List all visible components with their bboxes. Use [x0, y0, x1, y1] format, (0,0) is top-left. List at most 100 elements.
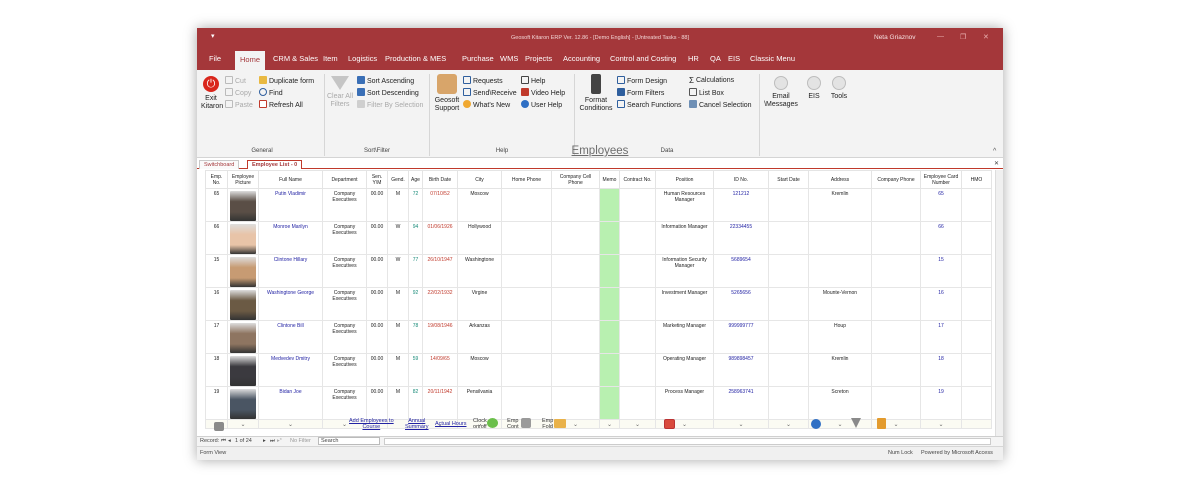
cell-sen-y-m[interactable]: 00.00	[366, 254, 388, 288]
table-row[interactable]: 16 Washingtone George Company Executives 00…	[205, 287, 992, 321]
copy-button[interactable]: Copy	[225, 88, 251, 98]
cell-address[interactable]	[808, 254, 872, 288]
column-header-department[interactable]: Department	[322, 170, 367, 189]
menu-tab-item[interactable]: Item	[323, 54, 338, 63]
cell-city[interactable]: Arkanzas	[457, 320, 502, 354]
cell-contract-no-[interactable]	[619, 221, 656, 255]
cell-home-phone[interactable]	[501, 188, 552, 222]
list-box-button[interactable]: List Box	[689, 88, 724, 98]
cell-employee-card-number[interactable]: 16	[920, 287, 962, 321]
cell-age[interactable]: 92	[408, 287, 423, 321]
column-header-emp-no-[interactable]: Emp. No.	[205, 170, 228, 189]
eis-button[interactable]: EIS	[805, 76, 823, 101]
cell-start-date[interactable]	[768, 188, 809, 222]
employee-photo-cell[interactable]	[227, 353, 259, 387]
add-employees-to-course-link[interactable]: Add Employees to Course	[349, 418, 394, 430]
column-header-age[interactable]: Age	[408, 170, 423, 189]
add-user-icon[interactable]	[811, 419, 821, 429]
cell-id-no-[interactable]: 121212	[713, 188, 769, 222]
cell-hmo[interactable]	[961, 287, 992, 321]
cell-hmo[interactable]	[961, 320, 992, 354]
table-row[interactable]: 15 Clintone Hillary Company Executives 00.0…	[205, 254, 992, 288]
cell-department[interactable]: Company Executives	[322, 188, 367, 222]
no-filter-button[interactable]: No Filter	[290, 438, 311, 444]
first-record-icon[interactable]: ⏮	[221, 438, 226, 445]
cell-hmo[interactable]	[961, 353, 992, 387]
cell-company-cell-phone[interactable]	[551, 287, 600, 321]
cell-start-date[interactable]	[768, 287, 809, 321]
search-input[interactable]: Search	[318, 437, 380, 445]
annual-summary-link[interactable]: Annual Summary	[405, 418, 429, 430]
cell-department[interactable]: Company Executives	[322, 254, 367, 288]
cell-emp-no-[interactable]: 15	[205, 254, 228, 288]
menu-tab-classic-menu[interactable]: Classic Menu	[750, 54, 795, 63]
cell-memo[interactable]	[599, 221, 620, 255]
find-button[interactable]: Find	[259, 88, 283, 98]
cell-city[interactable]: Virgine	[457, 287, 502, 321]
cell-start-date[interactable]	[768, 254, 809, 288]
cell-company-phone[interactable]	[871, 287, 921, 321]
cell-emp-no-[interactable]: 66	[205, 221, 228, 255]
cell-company-cell-phone[interactable]	[551, 353, 600, 387]
cell-company-phone[interactable]	[871, 254, 921, 288]
cell-address[interactable]: Houp	[808, 320, 872, 354]
cell-sen-y-m[interactable]: 00.00	[366, 287, 388, 321]
cell-age[interactable]: 59	[408, 353, 423, 387]
cell-contract-no-[interactable]	[619, 320, 656, 354]
tools-button[interactable]: Tools	[829, 76, 849, 101]
cell-birth-date[interactable]: 14/09/65	[422, 353, 458, 387]
menu-tab-projects[interactable]: Projects	[525, 54, 552, 63]
cell-age[interactable]: 72	[408, 188, 423, 222]
contract-icon[interactable]	[521, 418, 531, 428]
clock-icon[interactable]	[487, 418, 498, 428]
form-filters-button[interactable]: Form Filters	[617, 88, 664, 98]
cell-id-no-[interactable]: 999999777	[713, 320, 769, 354]
cell-employee-card-number[interactable]: 18	[920, 353, 962, 387]
cell-age[interactable]: 94	[408, 221, 423, 255]
cell-city[interactable]: Hollywood	[457, 221, 502, 255]
clear-all-filters-button[interactable]: Clear All Filters	[327, 76, 353, 109]
column-header-hmo[interactable]: HMO	[961, 170, 992, 189]
actual-hours-link[interactable]: Actual Hours	[435, 421, 467, 427]
cell-position[interactable]: Operating Manager	[655, 353, 714, 387]
refresh-all-button[interactable]: Refresh All	[259, 100, 303, 110]
cell-full-name[interactable]: Washingtone George	[258, 287, 323, 321]
user-help-button[interactable]: User Help	[521, 100, 562, 110]
column-header-gend-[interactable]: Gend.	[387, 170, 409, 189]
last-record-icon[interactable]: ⏭	[270, 438, 275, 445]
cell-full-name[interactable]: Medvedev Dmitry	[258, 353, 323, 387]
cell-home-phone[interactable]	[501, 221, 552, 255]
cell-company-phone[interactable]	[871, 221, 921, 255]
cell-start-date[interactable]	[768, 353, 809, 387]
exit-button[interactable]: ⏻ Exit Kitaron	[201, 76, 223, 111]
cell-gend-[interactable]: W	[387, 221, 409, 255]
new-record-icon[interactable]: ▸*	[277, 438, 282, 444]
cell-sen-y-m[interactable]: 00.00	[366, 188, 388, 222]
filter-by-selection-button[interactable]: Filter By Selection	[357, 100, 423, 110]
menu-tab-wms[interactable]: WMS	[500, 54, 518, 63]
horizontal-scrollbar[interactable]	[384, 438, 991, 445]
column-header-company-cell-phone[interactable]: Company Cell Phone	[551, 170, 600, 189]
tab-employee-list[interactable]: Employee List - 0	[247, 160, 303, 169]
employee-photo-cell[interactable]	[227, 188, 259, 222]
cell-birth-date[interactable]: 01/06/1926	[422, 221, 458, 255]
column-header-contract-no-[interactable]: Contract No.	[619, 170, 656, 189]
cell-birth-date[interactable]: 26/10/1947	[422, 254, 458, 288]
cell-age[interactable]: 78	[408, 320, 423, 354]
cell-birth-date[interactable]: 22/02/1932	[422, 287, 458, 321]
cell-position[interactable]: Information Manager	[655, 221, 714, 255]
cell-hmo[interactable]	[961, 254, 992, 288]
cell-sen-y-m[interactable]: 00.00	[366, 320, 388, 354]
column-header-address[interactable]: Address	[808, 170, 872, 189]
menu-tab-eis[interactable]: EIS	[728, 54, 740, 63]
next-record-icon[interactable]: ▸	[263, 438, 266, 444]
format-conditions-button[interactable]: Format Conditions	[577, 74, 615, 113]
sort-ascending-button[interactable]: Sort Ascending	[357, 76, 414, 86]
cell-id-no-[interactable]: 22334455	[713, 221, 769, 255]
menu-tab-file[interactable]: File	[209, 54, 221, 63]
sort-descending-button[interactable]: Sort Descending	[357, 88, 419, 98]
cell-position[interactable]: Human Resources Manager	[655, 188, 714, 222]
cell-full-name[interactable]: Clintone Hillary	[258, 254, 323, 288]
cell-sen-y-m[interactable]: 00.00	[366, 353, 388, 387]
cell-emp-no-[interactable]: 16	[205, 287, 228, 321]
